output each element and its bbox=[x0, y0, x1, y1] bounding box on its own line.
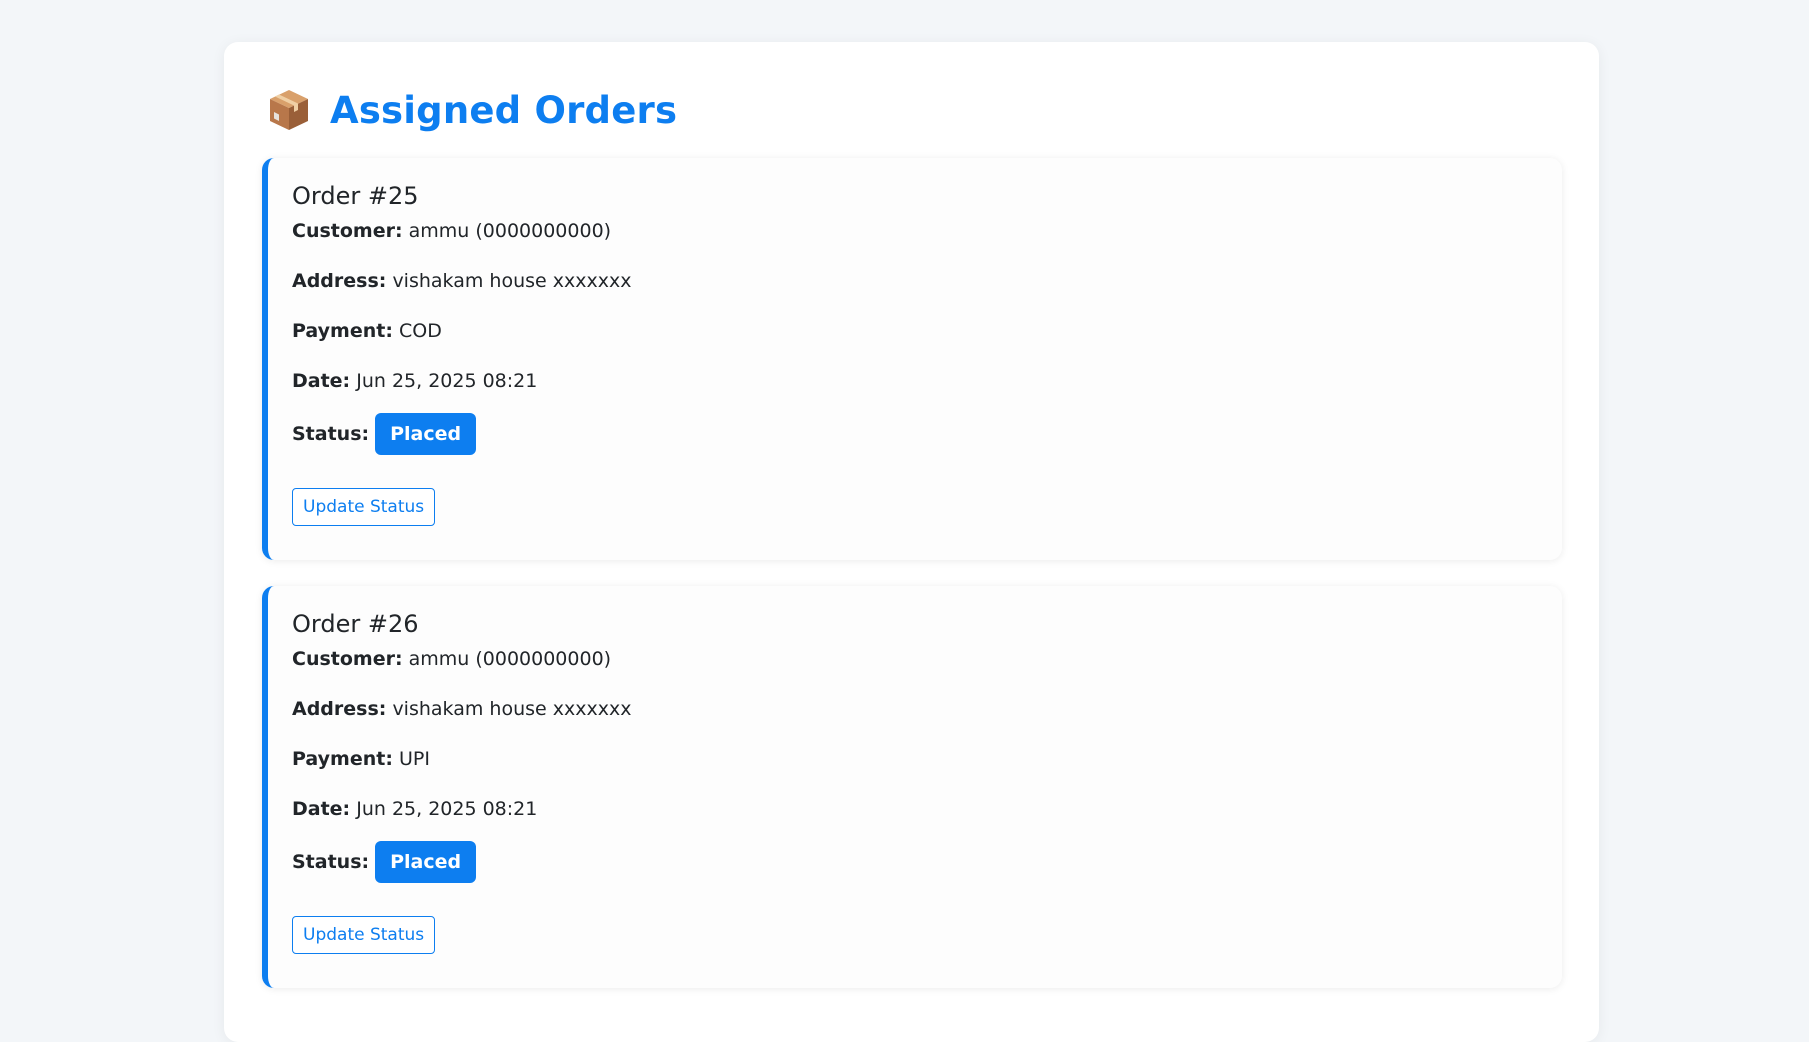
orders-panel: Assigned Orders Order #25 Customer: ammu… bbox=[224, 42, 1599, 1042]
payment-value: UPI bbox=[398, 748, 430, 770]
payment-field: Payment: UPI bbox=[292, 746, 631, 772]
payment-label: Payment: bbox=[292, 320, 393, 342]
status-label: Status: bbox=[292, 851, 370, 873]
address-value: vishakam house xxxxxxx bbox=[392, 698, 632, 720]
payment-value: COD bbox=[398, 320, 442, 342]
page-header: Assigned Orders bbox=[268, 82, 677, 138]
address-field: Address: vishakam house xxxxxxx bbox=[292, 268, 631, 294]
order-title: Order #25 bbox=[292, 182, 419, 210]
date-field: Date: Jun 25, 2025 08:21 bbox=[292, 368, 631, 394]
address-label: Address: bbox=[292, 698, 387, 720]
date-field: Date: Jun 25, 2025 08:21 bbox=[292, 796, 631, 822]
order-card: Order #26 Customer: ammu (0000000000) Ad… bbox=[262, 586, 1562, 988]
date-label: Date: bbox=[292, 370, 351, 392]
page-title: Assigned Orders bbox=[330, 88, 678, 132]
order-title: Order #26 bbox=[292, 610, 419, 638]
customer-field: Customer: ammu (0000000000) bbox=[292, 218, 631, 244]
payment-label: Payment: bbox=[292, 748, 393, 770]
status-field: Status: Placed bbox=[292, 412, 631, 456]
address-field: Address: vishakam house xxxxxxx bbox=[292, 696, 631, 722]
status-label: Status: bbox=[292, 423, 370, 445]
status-badge: Placed bbox=[375, 841, 477, 883]
status-badge: Placed bbox=[375, 413, 477, 455]
customer-label: Customer: bbox=[292, 648, 403, 670]
update-status-button[interactable]: Update Status bbox=[292, 916, 436, 954]
status-field: Status: Placed bbox=[292, 840, 631, 884]
address-value: vishakam house xxxxxxx bbox=[392, 270, 632, 292]
customer-value: ammu (0000000000) bbox=[408, 220, 612, 242]
date-label: Date: bbox=[292, 798, 351, 820]
customer-field: Customer: ammu (0000000000) bbox=[292, 646, 631, 672]
address-label: Address: bbox=[292, 270, 387, 292]
package-box-icon bbox=[270, 90, 308, 130]
date-value: Jun 25, 2025 08:21 bbox=[356, 370, 538, 392]
payment-field: Payment: COD bbox=[292, 318, 631, 344]
date-value: Jun 25, 2025 08:21 bbox=[356, 798, 538, 820]
update-status-button[interactable]: Update Status bbox=[292, 488, 436, 526]
customer-label: Customer: bbox=[292, 220, 403, 242]
customer-value: ammu (0000000000) bbox=[408, 648, 612, 670]
order-card: Order #25 Customer: ammu (0000000000) Ad… bbox=[262, 158, 1562, 560]
